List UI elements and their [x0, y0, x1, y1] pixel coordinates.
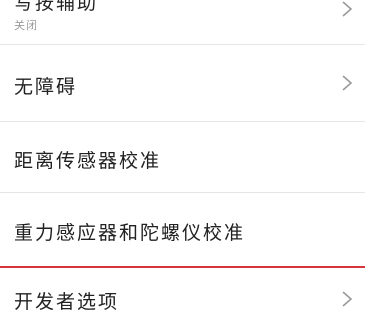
settings-item-status: 关闭 — [14, 19, 38, 32]
settings-item-accessibility[interactable]: 无障碍 — [0, 45, 365, 121]
settings-item-title: 距离传感器校准 — [14, 150, 162, 172]
settings-item-developer-options[interactable]: 开发者选项 — [0, 268, 365, 330]
settings-list: 写按辅助 关闭 无障碍 距离传感器校准 重力感应器和陀螺仪校准 开发者选项 — [0, 0, 365, 330]
chevron-right-icon — [341, 290, 353, 308]
settings-item-title: 重力感应器和陀螺仪校准 — [14, 222, 246, 244]
settings-item-title: 写按辅助 — [14, 0, 99, 14]
chevron-right-icon — [341, 0, 353, 18]
settings-item-title: 无障碍 — [14, 76, 78, 98]
chevron-right-icon — [341, 74, 353, 92]
settings-item-gravity-gyro-calibration[interactable]: 重力感应器和陀螺仪校准 — [0, 193, 365, 266]
settings-item-title: 开发者选项 — [14, 291, 120, 313]
settings-item-proximity-calibration[interactable]: 距离传感器校准 — [0, 122, 365, 192]
settings-item-writing-assist[interactable]: 写按辅助 关闭 — [0, 0, 365, 44]
